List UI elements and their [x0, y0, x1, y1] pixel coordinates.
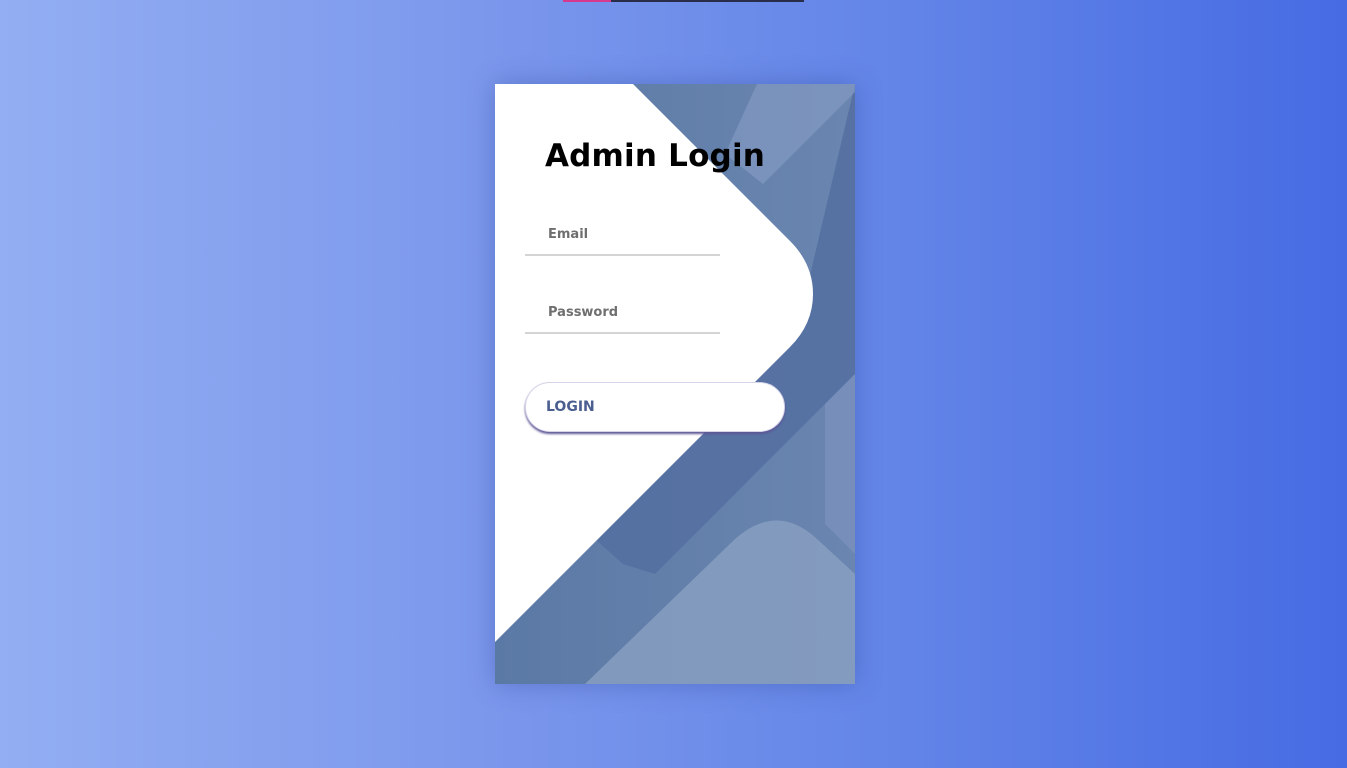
login-form: Admin Login LOGIN — [495, 84, 855, 684]
email-field-wrapper — [525, 214, 720, 256]
password-field[interactable] — [525, 292, 720, 332]
top-progress-bar-dark-segment — [611, 0, 804, 2]
password-field-wrapper — [525, 292, 720, 334]
top-progress-bar — [563, 0, 804, 2]
email-field[interactable] — [525, 214, 720, 254]
top-progress-bar-pink-segment — [563, 0, 611, 2]
login-button-label: LOGIN — [546, 399, 595, 415]
page-title: Admin Login — [544, 138, 766, 174]
login-card: Admin Login LOGIN — [495, 84, 855, 684]
login-button[interactable]: LOGIN — [525, 382, 785, 432]
